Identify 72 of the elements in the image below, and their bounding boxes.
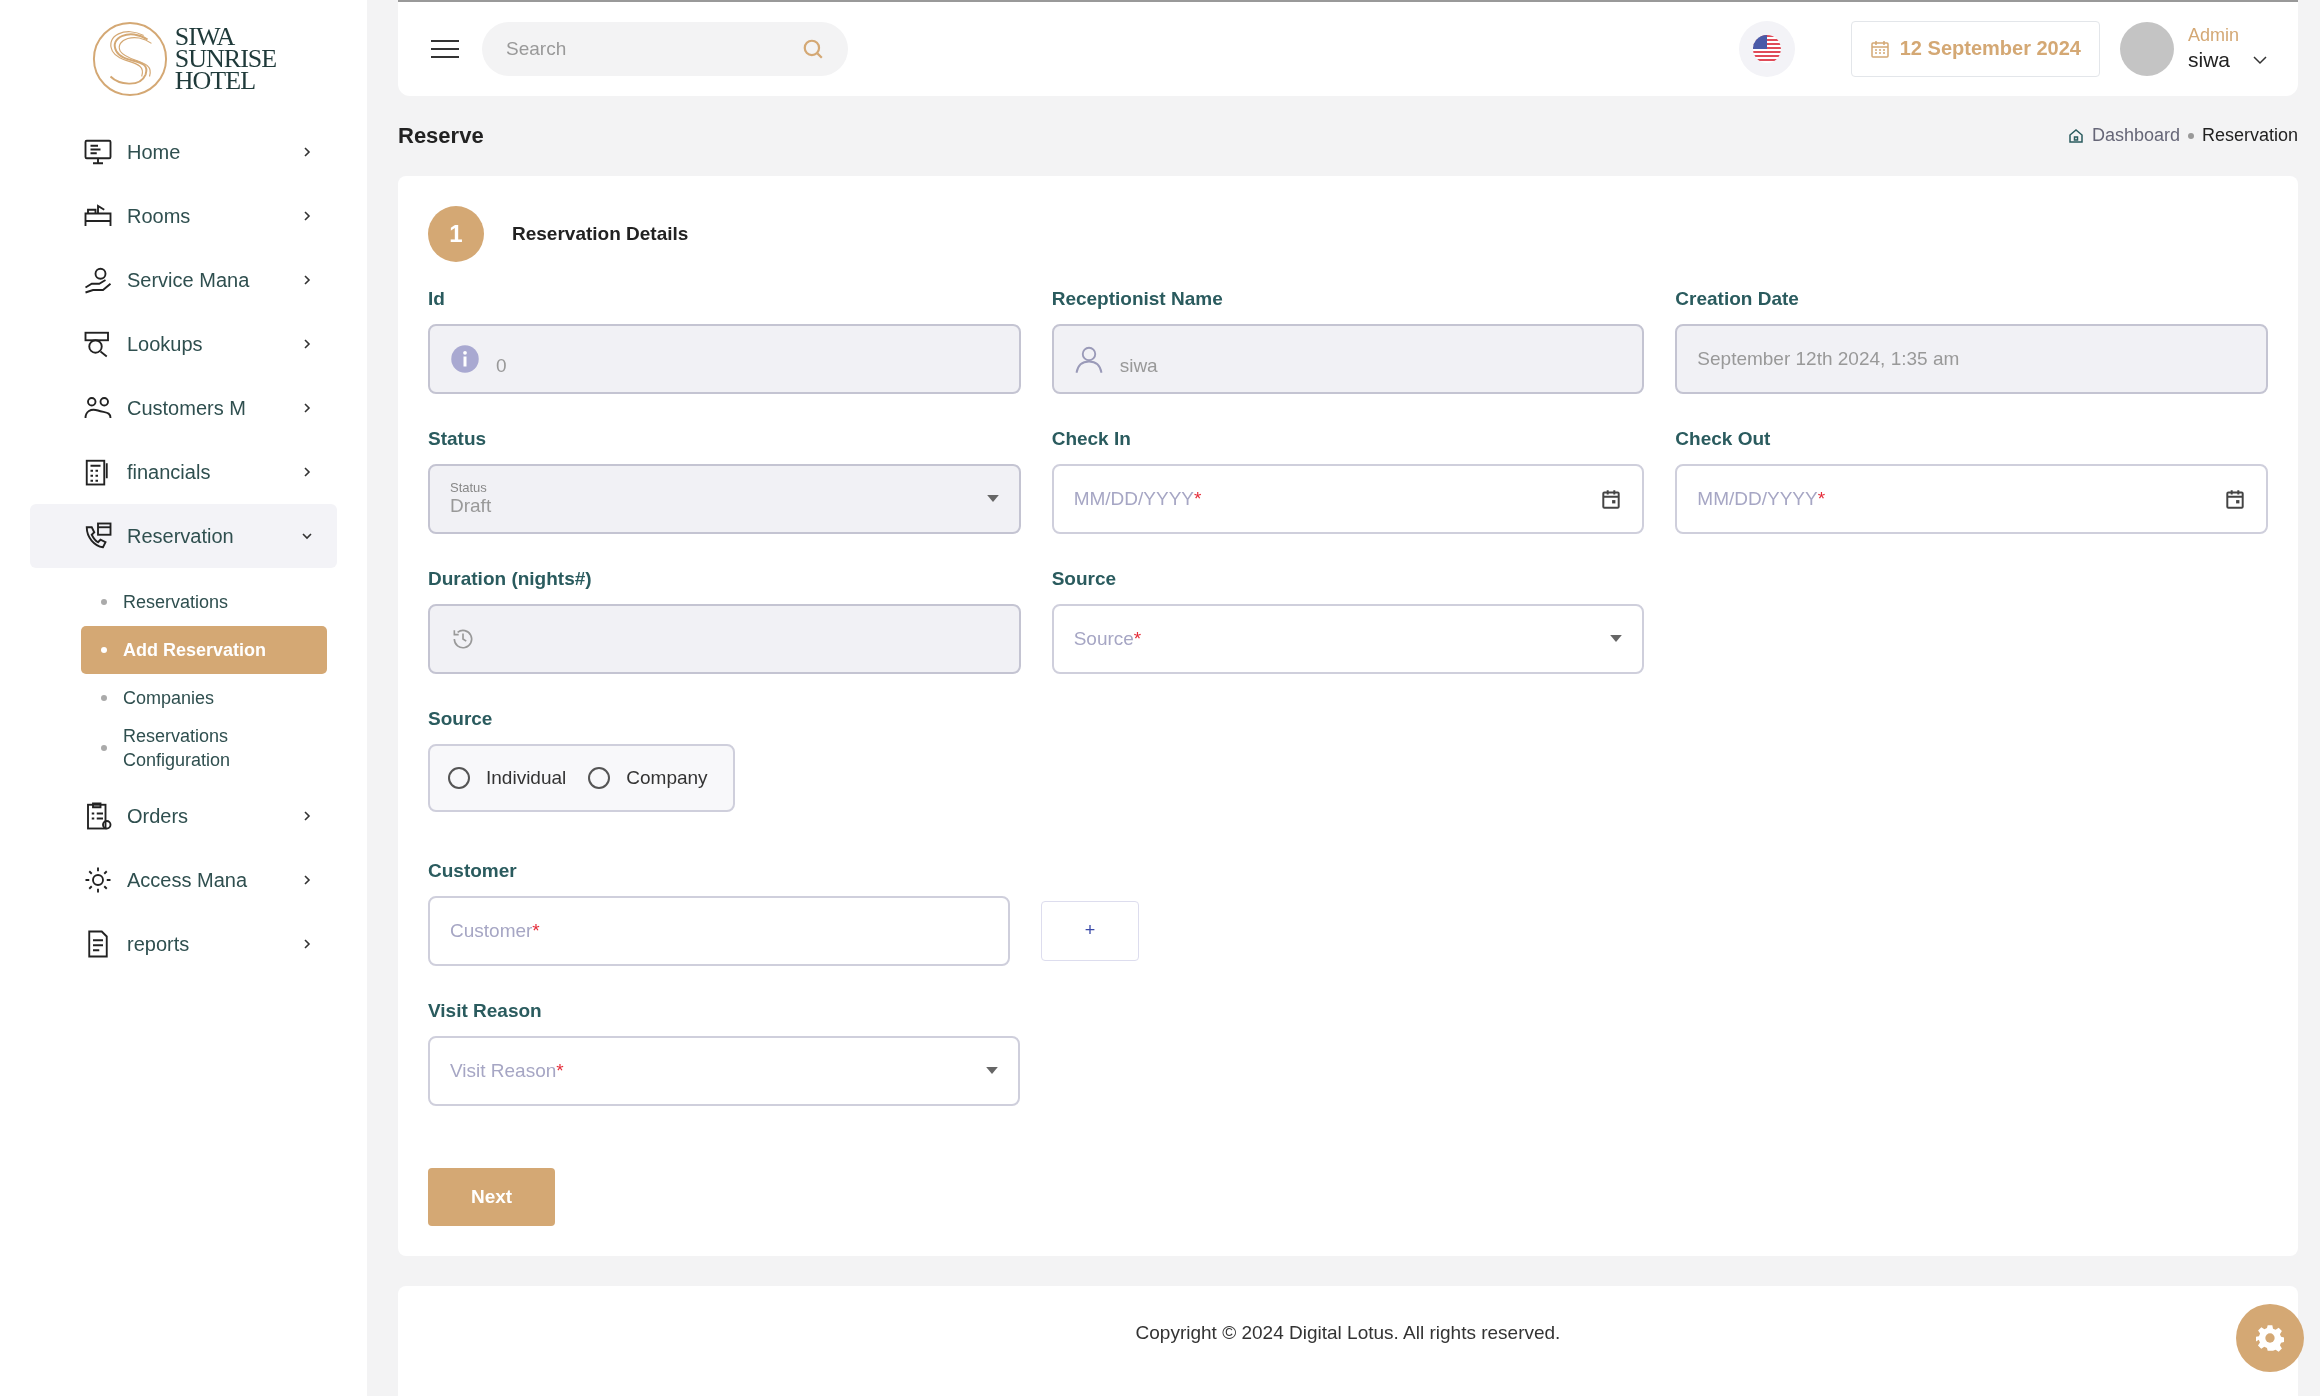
chevron-icon [301, 338, 313, 350]
input-field[interactable]: Customer* [428, 895, 1010, 966]
caret-icon [1610, 635, 1623, 643]
select-field[interactable]: Visit Reason* [428, 1035, 1020, 1106]
select-field[interactable]: Source* [1051, 603, 1645, 674]
flag-icon [1752, 34, 1781, 63]
menu-item[interactable]: Home [30, 120, 337, 184]
menu-item[interactable]: Orders [30, 784, 337, 848]
home-icon [2067, 127, 2084, 144]
menu-item[interactable]: Access Mana [30, 848, 337, 912]
field-label: Source [1051, 567, 1118, 590]
field-label: Customer [428, 859, 518, 882]
caret-icon [986, 1067, 998, 1075]
settings-icon [2256, 1324, 2284, 1352]
menu-item[interactable]: Customers M [30, 376, 337, 440]
breadcrumb-link[interactable]: Dashboard [2091, 125, 2180, 147]
logo-icon [90, 20, 169, 98]
user-role: Admin [2188, 25, 2240, 47]
logo-text: HOTEL [174, 70, 255, 92]
search-field[interactable]: Search [482, 21, 848, 76]
chevron-icon [301, 530, 313, 542]
chevron-icon[interactable] [2252, 55, 2268, 66]
step-title: Reservation Details [512, 222, 689, 245]
calendar-icon [1869, 38, 1890, 59]
chevron-icon [301, 810, 313, 822]
logo-text: SIWA [174, 26, 235, 48]
chevron-icon [301, 210, 313, 222]
chevron-icon [301, 938, 313, 950]
date-field[interactable]: MM/DD/YYYY* [1675, 463, 2268, 534]
menu-item[interactable]: Rooms [30, 184, 337, 248]
date-field[interactable]: MM/DD/YYYY* [1051, 463, 1645, 534]
radio-button[interactable] [588, 766, 611, 789]
menu-item[interactable]: financials [30, 440, 337, 504]
logo-text: SUNRISE [174, 48, 277, 70]
menu-item[interactable]: reports [30, 912, 337, 976]
field-label: Check In [1051, 427, 1132, 450]
hand-icon [83, 265, 113, 295]
field-label: Visit Reason [428, 999, 543, 1022]
add-button[interactable]: + [1041, 900, 1139, 961]
step-badge: 1 [428, 205, 484, 262]
submenu-item[interactable]: Reservations Configuration [81, 722, 327, 774]
chevron-icon [301, 146, 313, 158]
menu-item[interactable]: Reservation [30, 504, 337, 568]
user-name[interactable]: siwa [2188, 48, 2230, 73]
field-label: Creation Date [1675, 287, 1800, 310]
field-label: Source [428, 707, 494, 730]
menu-icon[interactable] [430, 38, 460, 59]
info-icon [450, 343, 480, 374]
chevron-icon [301, 274, 313, 286]
submenu-item[interactable]: Reservations [81, 578, 327, 626]
field-label: Duration (nights#) [428, 567, 593, 590]
copyright-text: Copyright © 2024 Digital Lotus. All rights reserved. [1135, 1321, 1561, 1345]
field-label: Status [428, 427, 488, 450]
chevron-icon [301, 874, 313, 886]
radio-label[interactable]: Company [626, 766, 708, 789]
page-title: Reserve [398, 122, 484, 149]
chevron-icon [301, 466, 313, 478]
caret-icon [986, 495, 999, 503]
field-label: Receptionist Name [1051, 287, 1224, 310]
chevron-icon [301, 402, 313, 414]
monitor-icon [83, 137, 113, 167]
radio-label[interactable]: Individual [486, 766, 567, 789]
field-label: Id [428, 287, 446, 310]
search-icon [802, 37, 824, 60]
menu-item[interactable]: Lookups [30, 312, 337, 376]
radio-button[interactable] [448, 766, 470, 789]
phone-icon [83, 521, 113, 551]
field-label: Check Out [1675, 427, 1772, 450]
submenu-item[interactable]: Companies [81, 674, 327, 722]
calendar-icon [2224, 487, 2246, 510]
menu-item[interactable]: Service Mana [30, 248, 337, 312]
calendar-icon [1600, 487, 1623, 510]
